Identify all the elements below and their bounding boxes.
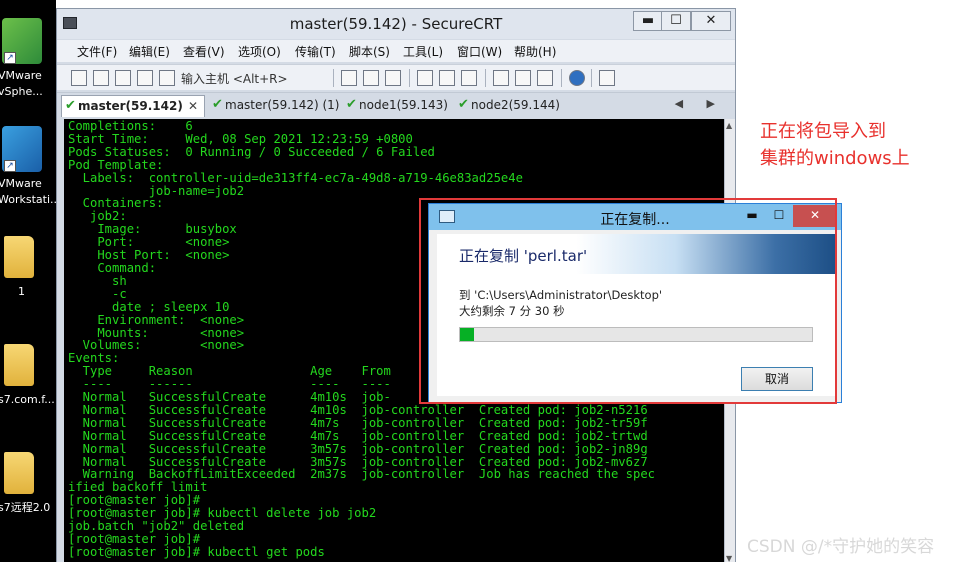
tab-master[interactable]: ✔ master(59.142) ✕ <box>61 95 205 117</box>
tab-node2[interactable]: ✔ node2(59.144) <box>455 95 567 117</box>
highlight-box <box>419 198 837 404</box>
shortcut-arrow-icon: ↗ <box>4 52 16 64</box>
annotation: 正在将包导入到 集群的windows上 <box>760 118 910 172</box>
maximize-button[interactable]: ☐ <box>661 11 691 31</box>
tab-close-icon[interactable]: ✕ <box>188 96 198 116</box>
host-input[interactable]: 输入主机 <Alt+R> <box>181 70 288 87</box>
watermark: CSDN @/*守护她的笑容 <box>747 537 935 557</box>
print-icon[interactable] <box>417 70 433 86</box>
connected-check-icon: ✔ <box>65 98 76 113</box>
sftp-icon[interactable] <box>599 70 615 86</box>
paste-icon[interactable] <box>363 70 379 86</box>
connected-check-icon: ✔ <box>212 97 223 112</box>
desktop-icon-folder-3[interactable]: s7远程2.0 <box>0 448 56 518</box>
key-icon[interactable] <box>537 70 553 86</box>
folder-icon <box>4 452 34 494</box>
desktop-icon-vsphere[interactable]: ↗ VMware vSphe... <box>0 14 56 104</box>
tab-label: master(59.142) <box>78 99 183 113</box>
toolbar-separator <box>485 69 486 87</box>
annotation-line: 正在将包导入到 <box>760 121 886 142</box>
global-options-icon[interactable] <box>515 70 531 86</box>
folder-icon <box>4 344 34 386</box>
annotation-line: 集群的windows上 <box>760 148 910 169</box>
title-bar[interactable]: master(59.142) - SecureCRT ▬ ☐ ✕ <box>57 9 735 39</box>
find-icon[interactable] <box>385 70 401 86</box>
tab-scroll-arrows[interactable]: ◀ ▶ <box>675 97 725 110</box>
print-selection-icon[interactable] <box>439 70 455 86</box>
menu-file[interactable]: 文件(F) <box>77 43 117 60</box>
reconnect-icon[interactable] <box>137 70 153 86</box>
desktop-icon-label: VMware <box>0 69 42 82</box>
vmware-vsphere-icon: ↗ <box>2 18 42 64</box>
connected-check-icon: ✔ <box>458 97 469 112</box>
menu-bar: 文件(F) 编辑(E) 查看(V) 选项(O) 传输(T) 脚本(S) 工具(L… <box>57 40 735 62</box>
menu-options[interactable]: 选项(O) <box>238 43 281 60</box>
menu-transfer[interactable]: 传输(T) <box>295 43 336 60</box>
print-setup-icon[interactable] <box>461 70 477 86</box>
desktop-icon-folder-1[interactable]: 1 <box>0 232 56 302</box>
toolbar-separator <box>409 69 410 87</box>
desktop-icon-workstation[interactable]: ↗ VMware Workstati... <box>0 122 58 212</box>
menu-edit[interactable]: 编辑(E) <box>129 43 170 60</box>
menu-window[interactable]: 窗口(W) <box>457 43 502 60</box>
desktop-icon-label: VMware <box>0 177 42 190</box>
scroll-down-icon[interactable]: ▼ <box>726 554 732 562</box>
menu-view[interactable]: 查看(V) <box>183 43 225 60</box>
minimize-button[interactable]: ▬ <box>633 11 663 31</box>
screen: ↗ VMware vSphe... ↗ VMware Workstati... … <box>0 0 972 562</box>
tab-master-1[interactable]: ✔ master(59.142) (1) <box>209 95 339 117</box>
vmware-workstation-icon: ↗ <box>2 126 42 172</box>
tab-node1[interactable]: ✔ node1(59.143) <box>343 95 451 117</box>
toolbar-separator <box>333 69 334 87</box>
disconnect-icon[interactable] <box>159 70 175 86</box>
desktop-icon-label: Workstati... <box>0 193 58 206</box>
desktop: ↗ VMware vSphe... ↗ VMware Workstati... … <box>0 0 58 562</box>
folder-icon <box>4 236 34 278</box>
connect-tab-icon[interactable] <box>115 70 131 86</box>
toolbar: 输入主机 <Alt+R> <box>57 64 735 90</box>
tab-label: node2(59.144) <box>471 98 560 112</box>
toolbar-separator <box>591 69 592 87</box>
menu-script[interactable]: 脚本(S) <box>349 43 390 60</box>
desktop-icon-label: vSphe... <box>0 85 43 98</box>
shortcut-arrow-icon: ↗ <box>4 160 16 172</box>
help-icon[interactable] <box>569 70 585 86</box>
menu-tools[interactable]: 工具(L) <box>403 43 443 60</box>
quick-connect-icon[interactable] <box>93 70 109 86</box>
session-options-icon[interactable] <box>493 70 509 86</box>
connect-icon[interactable] <box>71 70 87 86</box>
toolbar-separator <box>561 69 562 87</box>
tab-label: node1(59.143) <box>359 98 448 112</box>
desktop-icon-label: s7远程2.0 <box>0 501 51 514</box>
desktop-icon-label: s7.com.f... <box>0 393 55 406</box>
desktop-icon-folder-2[interactable]: s7.com.f... <box>0 340 56 410</box>
copy-icon[interactable] <box>341 70 357 86</box>
session-tabs: ✔ master(59.142) ✕ ✔ master(59.142) (1) … <box>57 92 735 117</box>
menu-help[interactable]: 帮助(H) <box>514 43 556 60</box>
close-button[interactable]: ✕ <box>691 11 731 31</box>
connected-check-icon: ✔ <box>346 97 357 112</box>
tab-label: master(59.142) (1) <box>225 98 340 112</box>
scroll-up-icon[interactable]: ▲ <box>726 121 732 130</box>
